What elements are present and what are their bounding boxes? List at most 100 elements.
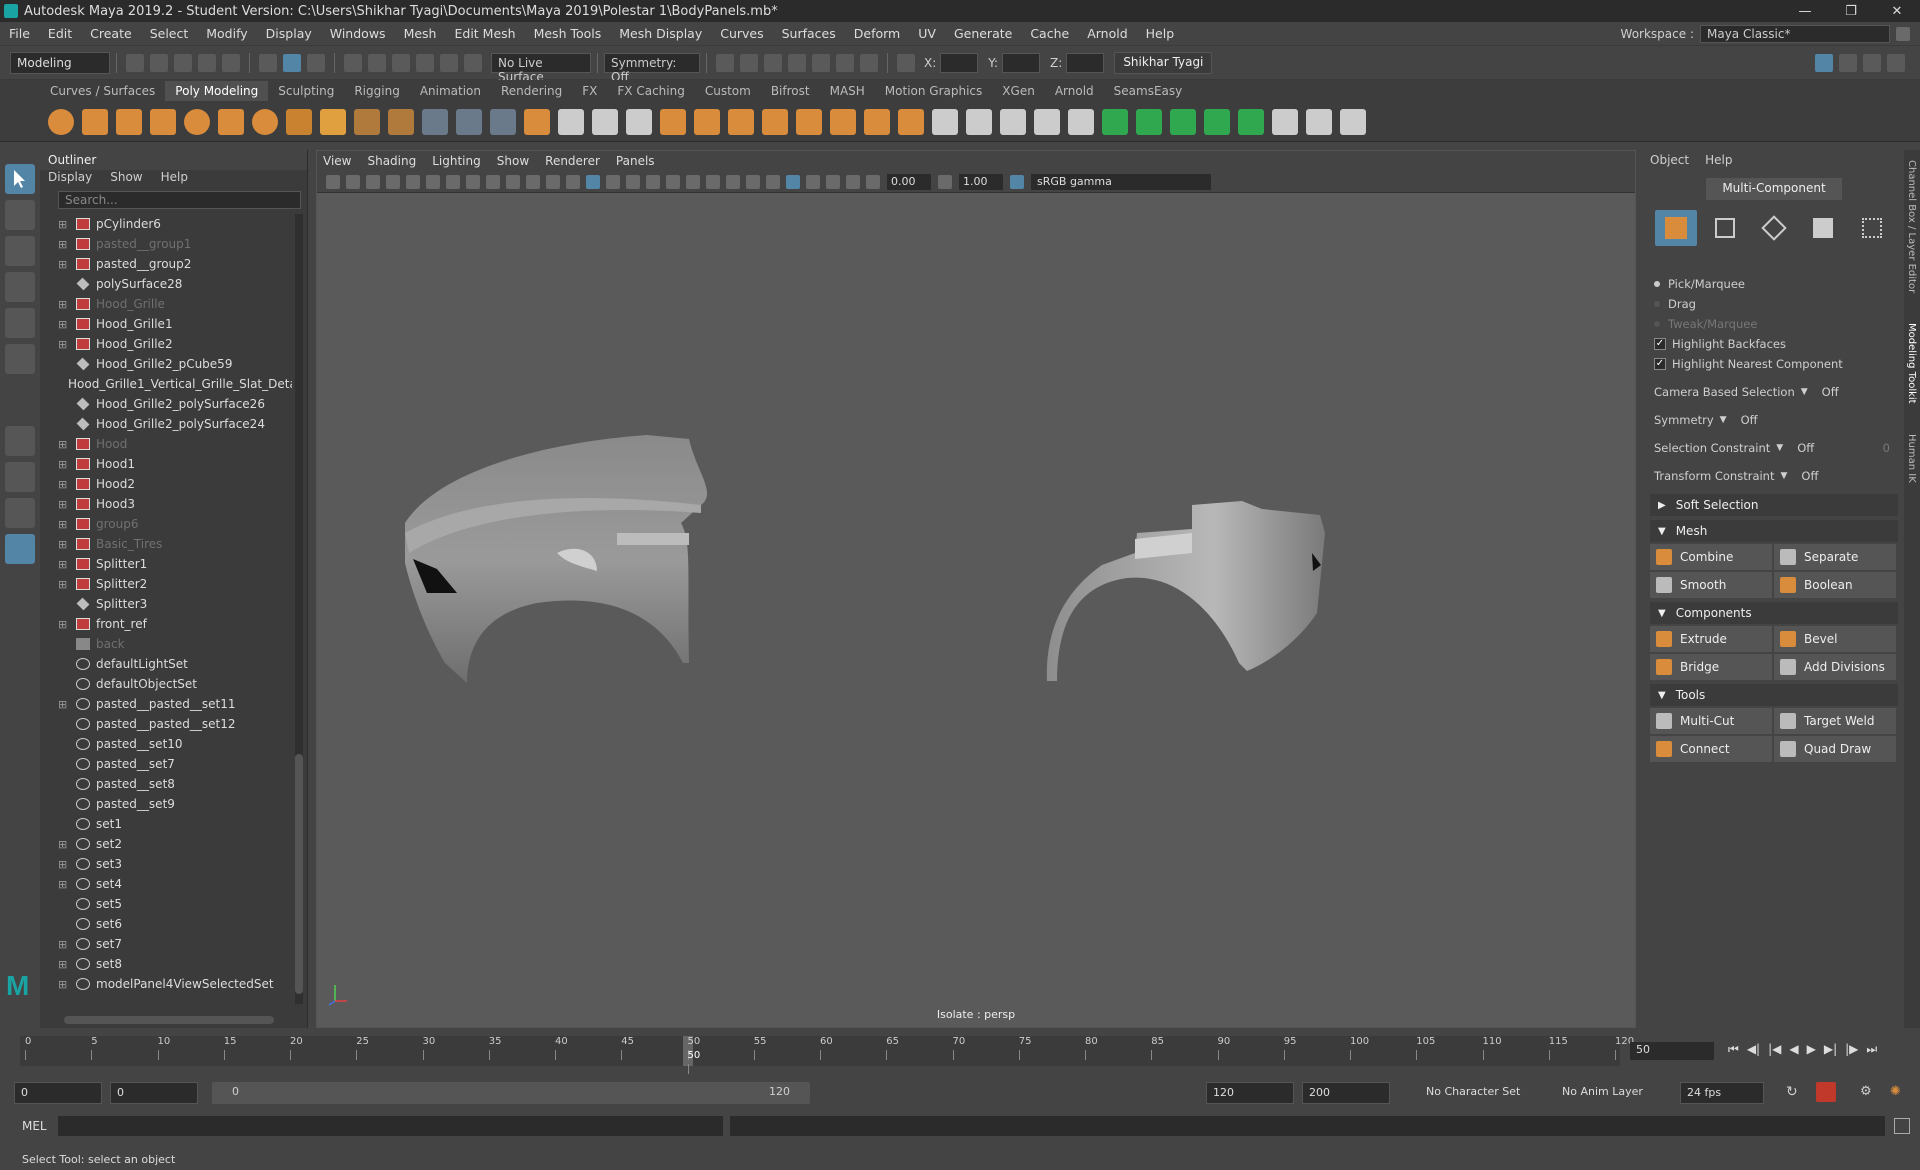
snap-curve-icon[interactable] — [368, 53, 386, 72]
menu-generate[interactable]: Generate — [945, 26, 1021, 41]
shelf-tab-rigging[interactable]: Rigging — [344, 81, 409, 101]
shadows-icon[interactable] — [686, 174, 700, 189]
shelf-tab-mash[interactable]: MASH — [820, 81, 875, 101]
anti-aliasing-icon[interactable] — [746, 174, 760, 189]
reduce-icon[interactable] — [932, 108, 958, 135]
menu-surfaces[interactable]: Surfaces — [773, 26, 845, 41]
safe-action-icon[interactable] — [546, 174, 560, 189]
select-tool-icon[interactable] — [5, 164, 35, 194]
outliner-item[interactable]: ⊞ modelPanel4ViewSelectedSet — [40, 974, 292, 994]
expand-icon[interactable]: ⊞ — [58, 258, 72, 271]
svg-icon[interactable] — [388, 108, 414, 135]
2d-pan-zoom-icon[interactable] — [406, 174, 420, 189]
maximize-icon[interactable]: ❐ — [1828, 0, 1874, 22]
expand-icon[interactable]: ⊞ — [58, 518, 72, 531]
menu-windows[interactable]: Windows — [321, 26, 395, 41]
outliner-item[interactable]: ⊞ Hood3 — [40, 494, 292, 514]
auto-key-icon[interactable] — [1816, 1082, 1836, 1102]
snap-view-plane-icon[interactable] — [440, 53, 458, 72]
save-scene-icon[interactable] — [174, 53, 192, 72]
smooth-button[interactable]: Smooth — [1650, 572, 1772, 598]
outliner-item[interactable]: ⊞ Hood — [40, 434, 292, 454]
pivot-icon[interactable] — [422, 108, 448, 135]
multi-cut-icon[interactable] — [1000, 108, 1026, 135]
outliner-item[interactable]: defaultObjectSet — [40, 674, 292, 694]
mel-label[interactable]: MEL — [22, 1119, 47, 1133]
viewport-menu-lighting[interactable]: Lighting — [432, 154, 481, 168]
snap-point-icon[interactable] — [392, 53, 410, 72]
object-mode-icon[interactable] — [1655, 210, 1698, 246]
new-scene-icon[interactable] — [126, 53, 144, 72]
outliner-scrollbar[interactable] — [295, 214, 303, 1004]
motion-blur-icon[interactable] — [726, 174, 740, 189]
wireframe-icon[interactable] — [566, 174, 580, 189]
outliner-item[interactable]: Hood_Grille1_Vertical_Grille_Slat_Detail — [40, 374, 292, 394]
field-chart-icon[interactable] — [526, 174, 540, 189]
add-divisions-button[interactable]: Add Divisions — [1774, 654, 1896, 680]
extract-icon[interactable] — [592, 108, 618, 135]
uv-editor-icon[interactable] — [1272, 108, 1298, 135]
z-field[interactable] — [1066, 52, 1105, 73]
open-scene-icon[interactable] — [150, 53, 168, 72]
viewport-canvas[interactable]: Isolate : persp — [317, 193, 1635, 1027]
hypershade-icon[interactable] — [812, 53, 830, 72]
bridge-icon[interactable] — [830, 108, 856, 135]
menu-deform[interactable]: Deform — [845, 26, 909, 41]
outliner-item[interactable]: set6 — [40, 914, 292, 934]
film-gate-icon[interactable] — [466, 174, 480, 189]
tweak-marquee-option[interactable]: Tweak/Marquee — [1644, 314, 1904, 334]
outliner-item[interactable]: ⊞ Hood_Grille2 — [40, 334, 292, 354]
bookmarks-icon[interactable] — [366, 174, 380, 189]
outliner-menu-help[interactable]: Help — [161, 170, 188, 188]
outliner-item[interactable]: ⊞ set8 — [40, 954, 292, 974]
outliner-item[interactable]: Hood_Grille2_polySurface26 — [40, 394, 292, 414]
tool-settings-toggle-icon[interactable] — [1863, 53, 1881, 72]
symmetry-dropdown[interactable]: Symmetry: Off — [604, 52, 700, 84]
outliner-item[interactable]: ⊞ Basic_Tires — [40, 534, 292, 554]
gamma-field[interactable]: 1.00 — [959, 173, 1003, 190]
grease-pencil-icon[interactable] — [426, 174, 440, 189]
poly-cube-icon[interactable] — [82, 108, 108, 135]
uv-cylindrical-icon[interactable] — [1136, 108, 1162, 135]
resolution-gate-icon[interactable] — [486, 174, 500, 189]
outliner-layout-icon[interactable] — [5, 534, 35, 564]
menu-file[interactable]: File — [0, 26, 39, 41]
step-back-frame-icon[interactable]: ◀| — [1747, 1042, 1760, 1057]
viewport-menu-view[interactable]: View — [323, 154, 351, 168]
render-settings-icon[interactable] — [788, 53, 806, 72]
outliner-menu-display[interactable]: Display — [48, 170, 92, 188]
outliner-item[interactable]: ⊞ set4 — [40, 874, 292, 894]
expand-icon[interactable]: ⊞ — [58, 558, 72, 571]
poly-disc-icon[interactable] — [252, 108, 278, 135]
shelf-tab-motion-graphics[interactable]: Motion Graphics — [875, 81, 993, 101]
outliner-item[interactable]: defaultLightSet — [40, 654, 292, 674]
tab-human-ik[interactable]: Human IK — [1906, 434, 1917, 483]
camera-attributes-icon[interactable] — [346, 174, 360, 189]
text-icon[interactable] — [354, 108, 380, 135]
combine-icon[interactable] — [524, 108, 550, 135]
menu-cache[interactable]: Cache — [1021, 26, 1078, 41]
expand-icon[interactable]: ⊞ — [58, 938, 72, 951]
redo-icon[interactable] — [222, 53, 240, 72]
four-view-layout-icon[interactable] — [5, 462, 35, 492]
undo-icon[interactable] — [198, 53, 216, 72]
viewport-menu-renderer[interactable]: Renderer — [545, 154, 600, 168]
outliner-item[interactable]: pasted__pasted__set12 — [40, 714, 292, 734]
select-by-hierarchy-icon[interactable] — [259, 53, 277, 72]
poly-plane-icon[interactable] — [218, 108, 244, 135]
shelf-tab-curves-surfaces[interactable]: Curves / Surfaces — [40, 81, 165, 101]
outliner-item[interactable]: Hood_Grille2_pCube59 — [40, 354, 292, 374]
toolkit-menu-help[interactable]: Help — [1705, 153, 1732, 167]
fps-dropdown[interactable]: 24 fps — [1680, 1082, 1764, 1104]
single-perspective-layout-icon[interactable] — [5, 426, 35, 456]
expand-icon[interactable]: ⊞ — [58, 698, 72, 711]
default-material-icon[interactable] — [606, 174, 620, 189]
outliner-item[interactable]: pasted__set10 — [40, 734, 292, 754]
wireframe-on-shaded-icon[interactable] — [626, 174, 640, 189]
freeze-transform-icon[interactable] — [490, 108, 516, 135]
shelf-tab-rendering[interactable]: Rendering — [491, 81, 572, 101]
extrude-icon[interactable] — [796, 108, 822, 135]
select-by-component-icon[interactable] — [307, 53, 325, 72]
shelf-tab-bifrost[interactable]: Bifrost — [761, 81, 820, 101]
shelf-tab-poly-modeling[interactable]: Poly Modeling — [165, 81, 269, 101]
